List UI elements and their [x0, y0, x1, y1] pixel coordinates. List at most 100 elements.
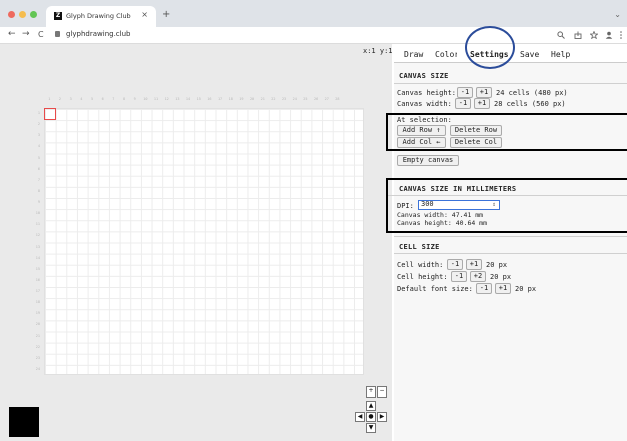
- row-number: 18: [35, 300, 40, 305]
- cell-width-value: 20 px: [486, 261, 508, 269]
- left-arrow-icon: ◀: [357, 413, 363, 420]
- select-arrows-icon: ⇕: [492, 201, 496, 208]
- minimize-window-icon[interactable]: [19, 11, 26, 18]
- row-ruler: 1 2 3 4 5 6 7 8 9 10 11 12 13 14 15 16 17 18 19 20 21 22 23 24: [30, 108, 42, 375]
- row-number: 14: [35, 255, 40, 260]
- current-color-swatch[interactable]: [9, 407, 39, 437]
- canvas-size-title: CANVAS SIZE: [399, 72, 449, 80]
- row-number: 20: [35, 322, 40, 327]
- back-button[interactable]: ←: [8, 29, 16, 39]
- row-number: 12: [35, 233, 40, 238]
- column-number: 20: [249, 97, 255, 101]
- canvas-width-plus-button[interactable]: +1: [474, 98, 490, 109]
- row-number: 23: [35, 355, 40, 360]
- column-number: 26: [313, 97, 319, 101]
- browser-tab[interactable]: Z Glyph Drawing Club ×: [46, 6, 156, 27]
- address-bar-row: ← → C glyphdrawing.club: [0, 27, 627, 44]
- column-number: 8: [122, 97, 126, 101]
- column-ruler: 1 2 3 4 5 6 7 8 9 10 11 12 13 14 15 16 17 18 19 20 21 22 23 24 2…: [44, 97, 364, 105]
- section-divider: [394, 236, 627, 237]
- row-number: 5: [37, 155, 40, 160]
- column-number: 12: [164, 97, 169, 101]
- reload-button[interactable]: C: [38, 30, 44, 39]
- search-icon[interactable]: [557, 31, 565, 39]
- forward-button[interactable]: →: [22, 29, 30, 39]
- column-number: 14: [185, 97, 191, 101]
- add-row-button[interactable]: Add Row ↑: [397, 125, 446, 136]
- section-divider: [388, 195, 627, 196]
- row-number: 9: [37, 200, 40, 204]
- menu-icon[interactable]: [619, 31, 623, 39]
- row-number: 15: [35, 266, 40, 271]
- font-size-minus-button[interactable]: -1: [476, 283, 492, 294]
- column-number: 18: [228, 97, 233, 101]
- row-number: 7: [37, 177, 40, 182]
- section-divider: [394, 83, 627, 84]
- cell-height-value: 20 px: [490, 273, 512, 281]
- row-number: 22: [35, 344, 40, 349]
- profile-icon[interactable]: [605, 31, 613, 39]
- move-right-button[interactable]: ▶: [377, 412, 387, 422]
- star-icon[interactable]: [590, 31, 598, 39]
- canvas-height-minus-button[interactable]: -1: [457, 87, 473, 98]
- move-left-button[interactable]: ◀: [355, 412, 365, 422]
- cell-height-plus-button[interactable]: +2: [470, 271, 486, 282]
- down-arrow-icon: ▼: [368, 424, 374, 431]
- row-number: 10: [35, 211, 40, 216]
- share-icon[interactable]: [574, 31, 582, 39]
- tab-color[interactable]: Color: [435, 50, 457, 59]
- row-number: 21: [35, 333, 40, 338]
- font-size-value: 20 px: [515, 285, 537, 293]
- add-column-button[interactable]: +: [366, 386, 376, 398]
- move-up-button[interactable]: ▲: [366, 401, 376, 411]
- center-dot-icon: ●: [368, 413, 374, 420]
- empty-canvas-button[interactable]: Empty canvas: [397, 155, 459, 166]
- cursor-coordinates: x:1 y:1: [363, 47, 393, 55]
- canvas-height-plus-button[interactable]: +1: [476, 87, 492, 98]
- canvas-width-minus-button[interactable]: -1: [455, 98, 471, 109]
- selected-cell[interactable]: [44, 108, 56, 120]
- row-number: 1: [37, 111, 40, 115]
- close-tab-icon[interactable]: ×: [141, 10, 148, 19]
- add-col-button[interactable]: Add Col ←: [397, 137, 446, 148]
- zoom-window-icon[interactable]: [30, 11, 37, 18]
- at-selection-label: At selection:: [397, 116, 452, 124]
- font-size-plus-button[interactable]: +1: [495, 283, 511, 294]
- row-number: 13: [35, 244, 40, 249]
- dpi-select[interactable]: 300 ⇕: [418, 200, 500, 210]
- cell-height-minus-button[interactable]: -1: [451, 271, 467, 282]
- column-number: 22: [271, 97, 276, 101]
- column-number: 19: [239, 97, 244, 101]
- row-number: 24: [35, 366, 40, 371]
- remove-column-symbol: −: [379, 387, 385, 394]
- new-tab-button[interactable]: +: [162, 9, 170, 20]
- remove-column-button[interactable]: −: [377, 386, 387, 398]
- drawing-grid[interactable]: [44, 108, 364, 375]
- tab-save[interactable]: Save: [520, 50, 539, 59]
- cell-width-minus-button[interactable]: -1: [447, 259, 463, 270]
- up-arrow-icon: ▲: [368, 402, 374, 409]
- tab-list-chevron-icon[interactable]: ⌄: [614, 10, 621, 19]
- site-favicon-icon: Z: [54, 12, 62, 20]
- tab-draw[interactable]: Draw: [404, 50, 423, 59]
- row-number: 3: [37, 133, 40, 138]
- tab-help[interactable]: Help: [551, 50, 570, 59]
- column-number: 16: [207, 97, 212, 101]
- delete-row-button[interactable]: Delete Row: [450, 125, 502, 136]
- url-field[interactable]: glyphdrawing.club: [66, 30, 130, 38]
- cell-width-label: Cell width:: [397, 261, 444, 269]
- column-number: 27: [324, 97, 329, 101]
- close-window-icon[interactable]: [8, 11, 15, 18]
- cell-width-plus-button[interactable]: +1: [466, 259, 482, 270]
- center-button[interactable]: ●: [366, 412, 376, 422]
- column-number: 23: [281, 97, 287, 101]
- move-down-button[interactable]: ▼: [366, 423, 376, 433]
- lock-icon: [55, 31, 60, 37]
- column-number: 25: [303, 97, 308, 101]
- section-divider: [394, 253, 627, 254]
- column-number: 6: [101, 97, 104, 101]
- default-font-size-label: Default font size:: [397, 285, 473, 293]
- delete-col-button[interactable]: Delete Col: [450, 137, 502, 148]
- column-number: 5: [90, 97, 94, 101]
- column-number: 11: [153, 97, 159, 101]
